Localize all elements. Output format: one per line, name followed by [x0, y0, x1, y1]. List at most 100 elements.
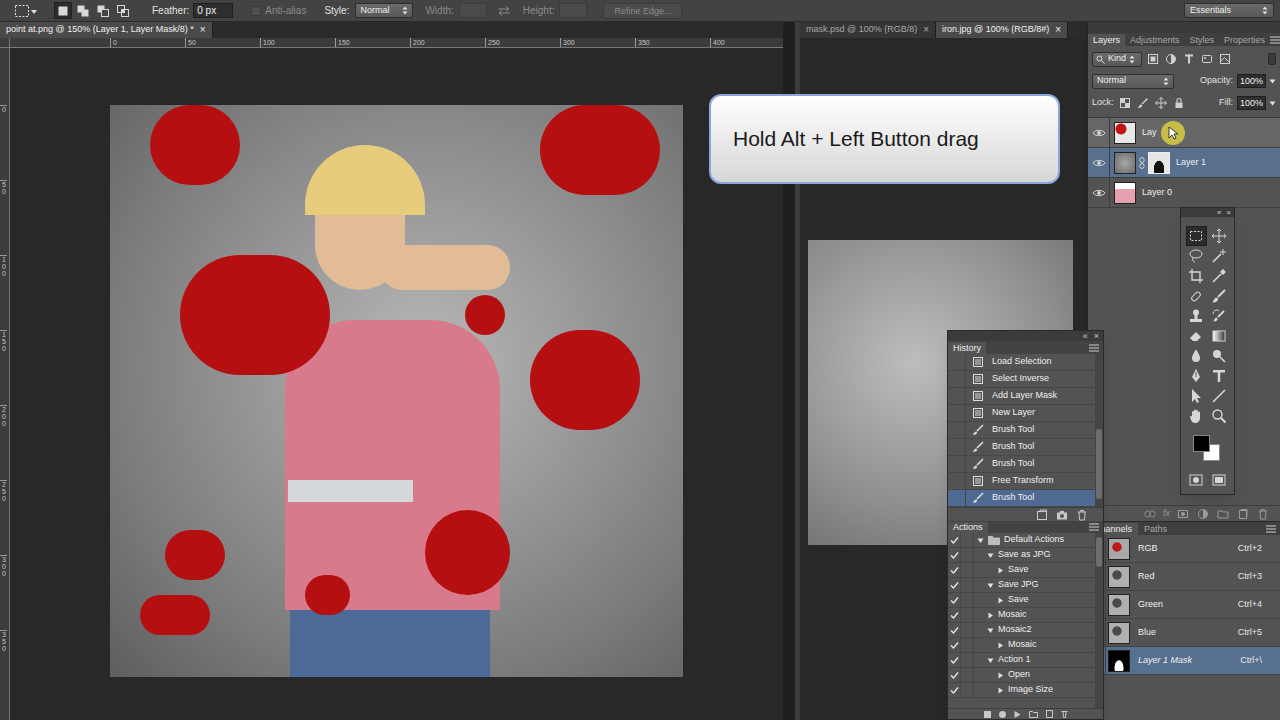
- layer-thumbnail[interactable]: [1114, 152, 1136, 174]
- expand-triangle-icon[interactable]: [997, 567, 1004, 574]
- expand-triangle-icon[interactable]: [987, 627, 994, 634]
- dialog-toggle-box[interactable]: [961, 578, 974, 592]
- history-label[interactable]: Brush Tool: [992, 491, 1034, 505]
- visibility-toggle[interactable]: [1088, 118, 1110, 147]
- layer-name[interactable]: Lay: [1142, 126, 1157, 140]
- channel-name[interactable]: RGB: [1138, 542, 1158, 556]
- history-label[interactable]: Brush Tool: [992, 440, 1034, 454]
- layer-row[interactable]: Layer 0: [1088, 178, 1280, 208]
- history-label[interactable]: Brush Tool: [992, 457, 1034, 471]
- channel-row[interactable]: RedCtrl+3: [1088, 563, 1280, 591]
- blur-tool-icon[interactable]: [1186, 346, 1207, 366]
- crop-tool-icon[interactable]: [1186, 266, 1207, 286]
- expand-triangle-icon[interactable]: [987, 612, 994, 619]
- filter-toggle[interactable]: [1268, 53, 1276, 65]
- new-set-icon[interactable]: [1029, 711, 1038, 718]
- action-label[interactable]: Image Size: [1008, 683, 1053, 697]
- fill-input[interactable]: 100%: [1237, 96, 1266, 110]
- expand-triangle-icon[interactable]: [977, 537, 984, 544]
- link-layers-icon[interactable]: [1143, 508, 1157, 520]
- action-item[interactable]: Image Size: [948, 683, 1095, 698]
- dialog-toggle-box[interactable]: [961, 623, 974, 637]
- history-label[interactable]: New Layer: [992, 406, 1035, 420]
- action-label[interactable]: Mosaic: [1008, 638, 1037, 652]
- history-label[interactable]: Select Inverse: [992, 372, 1049, 386]
- action-toggle-checkbox[interactable]: [948, 548, 961, 562]
- zoom-tool-icon[interactable]: [1209, 406, 1230, 426]
- line-tool-icon[interactable]: [1209, 386, 1230, 406]
- action-label[interactable]: Open: [1008, 668, 1030, 682]
- dialog-toggle-box[interactable]: [961, 608, 974, 622]
- delete-icon[interactable]: [1075, 509, 1089, 521]
- history-item[interactable]: Brush Tool: [948, 422, 1095, 439]
- delete-icon[interactable]: [1061, 710, 1068, 718]
- panel-tab[interactable]: Paths: [1138, 523, 1173, 535]
- expand-triangle-icon[interactable]: [997, 597, 1004, 604]
- channel-thumbnail[interactable]: [1108, 538, 1130, 560]
- dodge-tool-icon[interactable]: [1209, 346, 1230, 366]
- snapshot-icon[interactable]: [1055, 509, 1069, 521]
- action-toggle-checkbox[interactable]: [948, 578, 961, 592]
- history-source-box[interactable]: [948, 371, 966, 387]
- action-toggle-checkbox[interactable]: [948, 608, 961, 622]
- new-document-icon[interactable]: [1035, 509, 1049, 521]
- layer-row[interactable]: Layer 1: [1088, 148, 1280, 178]
- panel-menu-icon[interactable]: [1089, 344, 1099, 352]
- link-icon[interactable]: [1139, 157, 1145, 169]
- dialog-toggle-box[interactable]: [961, 683, 974, 697]
- history-source-box[interactable]: [948, 422, 966, 438]
- expand-triangle-icon[interactable]: [987, 657, 994, 664]
- action-label[interactable]: Mosaic2: [998, 623, 1032, 637]
- expand-triangle-icon[interactable]: [997, 642, 1004, 649]
- visibility-toggle[interactable]: [1088, 178, 1110, 207]
- action-label[interactable]: Action 1: [998, 653, 1031, 667]
- panel-tab[interactable]: Adjustments: [1125, 34, 1185, 46]
- layer-row[interactable]: Lay: [1088, 118, 1280, 148]
- adjustment-layer-icon[interactable]: [1196, 508, 1210, 520]
- collapse-button[interactable]: «: [1217, 209, 1221, 217]
- document-tab[interactable]: mask.psd @ 100% (RGB/8)×: [800, 22, 936, 38]
- channel-name[interactable]: Green: [1138, 598, 1163, 612]
- channel-name[interactable]: Blue: [1138, 626, 1156, 640]
- channel-row[interactable]: RGBCtrl+2: [1088, 535, 1280, 563]
- panel-tab[interactable]: History: [948, 342, 986, 354]
- shape-filter-icon[interactable]: [1200, 53, 1214, 65]
- history-source-box[interactable]: [948, 405, 966, 421]
- quick-mask-icon[interactable]: [1186, 470, 1207, 490]
- new-action-icon[interactable]: [1046, 710, 1053, 718]
- expand-triangle-icon[interactable]: [987, 552, 994, 559]
- expand-triangle-icon[interactable]: [997, 672, 1004, 679]
- adjustment-filter-icon[interactable]: [1164, 53, 1178, 65]
- close-tab-button[interactable]: ×: [1055, 25, 1061, 35]
- history-source-box[interactable]: [948, 490, 966, 506]
- channel-thumbnail[interactable]: [1108, 622, 1130, 644]
- swap-dimensions-icon[interactable]: [497, 6, 511, 16]
- lasso-tool-icon[interactable]: [1186, 246, 1207, 266]
- action-toggle-checkbox[interactable]: [948, 593, 961, 607]
- smart-object-filter-icon[interactable]: [1218, 53, 1232, 65]
- dropdown-arrow-icon[interactable]: [1269, 79, 1276, 84]
- action-toggle-checkbox[interactable]: [948, 533, 961, 547]
- history-source-box[interactable]: [948, 439, 966, 455]
- foreground-color-swatch[interactable]: [1193, 435, 1210, 452]
- close-tab-button[interactable]: ×: [923, 25, 929, 35]
- action-item[interactable]: Mosaic2: [948, 623, 1095, 638]
- action-toggle-checkbox[interactable]: [948, 563, 961, 577]
- action-item[interactable]: Default Actions: [948, 533, 1095, 548]
- path-selection-tool-icon[interactable]: [1186, 386, 1207, 406]
- history-item[interactable]: Add Layer Mask: [948, 388, 1095, 405]
- pen-tool-icon[interactable]: [1186, 366, 1207, 386]
- blend-mode-select[interactable]: Normal: [1092, 74, 1174, 89]
- filter-kind-select[interactable]: Kind: [1092, 52, 1142, 67]
- dialog-toggle-box[interactable]: [961, 638, 974, 652]
- history-brush-tool-icon[interactable]: [1209, 306, 1230, 326]
- action-toggle-checkbox[interactable]: [948, 668, 961, 682]
- layer-effects-button[interactable]: fx: [1163, 507, 1170, 521]
- history-item[interactable]: Free Transform: [948, 473, 1095, 490]
- brush-tool-icon[interactable]: [1209, 286, 1230, 306]
- expand-triangle-icon[interactable]: [987, 582, 994, 589]
- delete-layer-icon[interactable]: [1256, 508, 1270, 520]
- action-label[interactable]: Save: [1008, 563, 1029, 577]
- action-label[interactable]: Default Actions: [1004, 533, 1064, 547]
- close-button[interactable]: ×: [1226, 209, 1231, 217]
